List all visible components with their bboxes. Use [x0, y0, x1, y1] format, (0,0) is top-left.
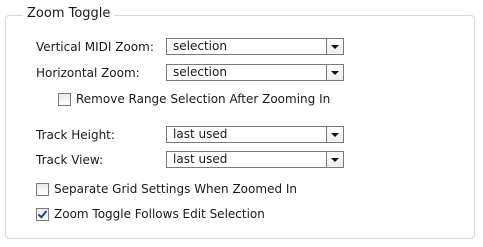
horizontal-zoom-label: Horizontal Zoom:	[36, 66, 140, 80]
vertical-midi-zoom-label: Vertical MIDI Zoom:	[36, 40, 154, 54]
track-height-dropdown[interactable]: last used	[166, 126, 344, 143]
track-view-dropdown[interactable]: last used	[166, 151, 344, 168]
chevron-down-icon[interactable]	[326, 65, 343, 80]
zoom-toggle-follows-edit-selection-checkbox[interactable]: Zoom Toggle Follows Edit Selection	[36, 207, 265, 221]
chevron-down-icon[interactable]	[326, 39, 343, 54]
separate-grid-settings-label: Separate Grid Settings When Zoomed In	[54, 182, 298, 196]
track-view-value: last used	[173, 152, 228, 166]
vertical-midi-zoom-dropdown[interactable]: selection	[166, 38, 344, 55]
track-height-label: Track Height:	[36, 128, 115, 142]
track-view-label: Track View:	[36, 153, 104, 167]
horizontal-zoom-value: selection	[173, 65, 227, 79]
remove-range-selection-label: Remove Range Selection After Zooming In	[76, 92, 331, 106]
track-height-value: last used	[173, 127, 228, 141]
chevron-down-icon[interactable]	[326, 152, 343, 167]
group-title: Zoom Toggle	[23, 6, 115, 21]
checkmark-icon[interactable]	[36, 207, 49, 221]
checkbox-icon[interactable]	[58, 92, 71, 106]
horizontal-zoom-dropdown[interactable]: selection	[166, 64, 344, 81]
separate-grid-settings-checkbox[interactable]: Separate Grid Settings When Zoomed In	[36, 182, 297, 196]
checkbox-icon[interactable]	[36, 182, 49, 196]
zoom-toggle-follows-edit-selection-label: Zoom Toggle Follows Edit Selection	[54, 207, 265, 221]
vertical-midi-zoom-value: selection	[173, 39, 227, 53]
chevron-down-icon[interactable]	[326, 127, 343, 142]
remove-range-selection-checkbox[interactable]: Remove Range Selection After Zooming In	[58, 92, 330, 106]
